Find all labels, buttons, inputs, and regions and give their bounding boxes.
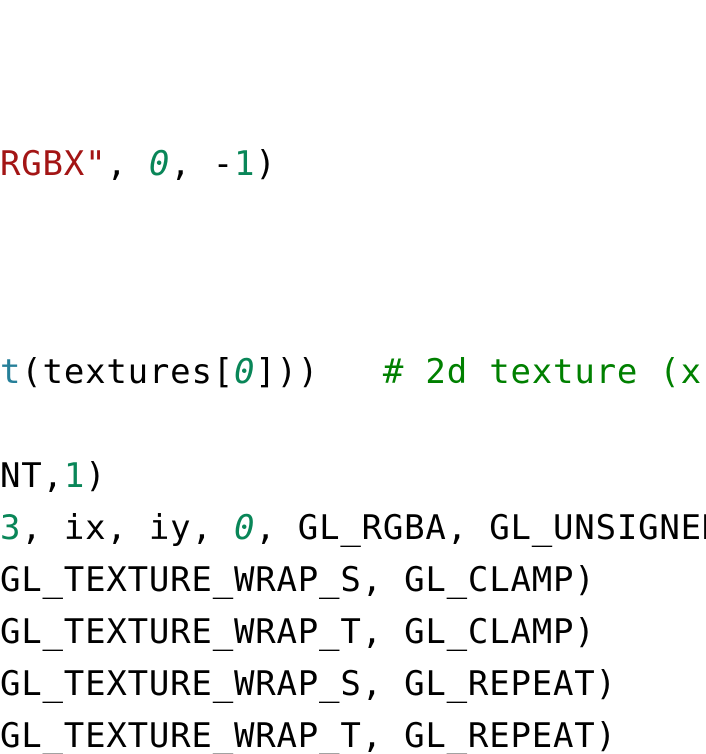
number-token: 0: [233, 508, 256, 548]
code-token: GL_TEXTURE_WRAP_S, GL_REPEAT): [0, 664, 617, 704]
number-token: 1: [63, 456, 86, 496]
code-line: 3, ix, iy, 0, GL_RGBA, GL_UNSIGNED_: [0, 508, 706, 548]
code-line: NT,1): [0, 456, 106, 496]
code-line: t(textures[0])) # 2d texture (x a: [0, 352, 706, 392]
function-token: t: [0, 352, 22, 392]
code-token: NT,: [0, 456, 64, 496]
code-token: , ix, iy,: [21, 508, 234, 548]
code-token: GL_TEXTURE_WRAP_T, GL_CLAMP): [0, 612, 596, 652]
number-token: 3: [0, 508, 22, 548]
code-token: , -: [170, 144, 234, 184]
code-line: GL_TEXTURE_WRAP_T, GL_REPEAT): [0, 716, 617, 754]
code-token: GL_TEXTURE_WRAP_S, GL_CLAMP): [0, 560, 596, 600]
code-token: ): [255, 144, 277, 184]
code-editor[interactable]: RGBX", 0, -1) t(textures[0])) # 2d textu…: [0, 0, 706, 754]
number-token: 0: [233, 352, 256, 392]
comment-token: # 2d texture (x a: [382, 352, 702, 392]
string-token: RGBX": [0, 144, 107, 184]
code-token: ): [85, 456, 107, 496]
code-line: RGBX", 0, -1): [0, 144, 277, 184]
code-token: (textures[: [21, 352, 234, 392]
number-token: 1: [234, 144, 256, 184]
code-token: , GL_RGBA, GL_UNSIGNED_: [255, 508, 706, 548]
code-line: GL_TEXTURE_WRAP_S, GL_CLAMP): [0, 560, 596, 600]
code-token: ,: [106, 144, 149, 184]
code-token: ])): [255, 352, 383, 392]
code-line: GL_TEXTURE_WRAP_T, GL_CLAMP): [0, 612, 596, 652]
code-line: GL_TEXTURE_WRAP_S, GL_REPEAT): [0, 664, 617, 704]
code-token: GL_TEXTURE_WRAP_T, GL_REPEAT): [0, 716, 617, 754]
number-token: 0: [148, 144, 171, 184]
